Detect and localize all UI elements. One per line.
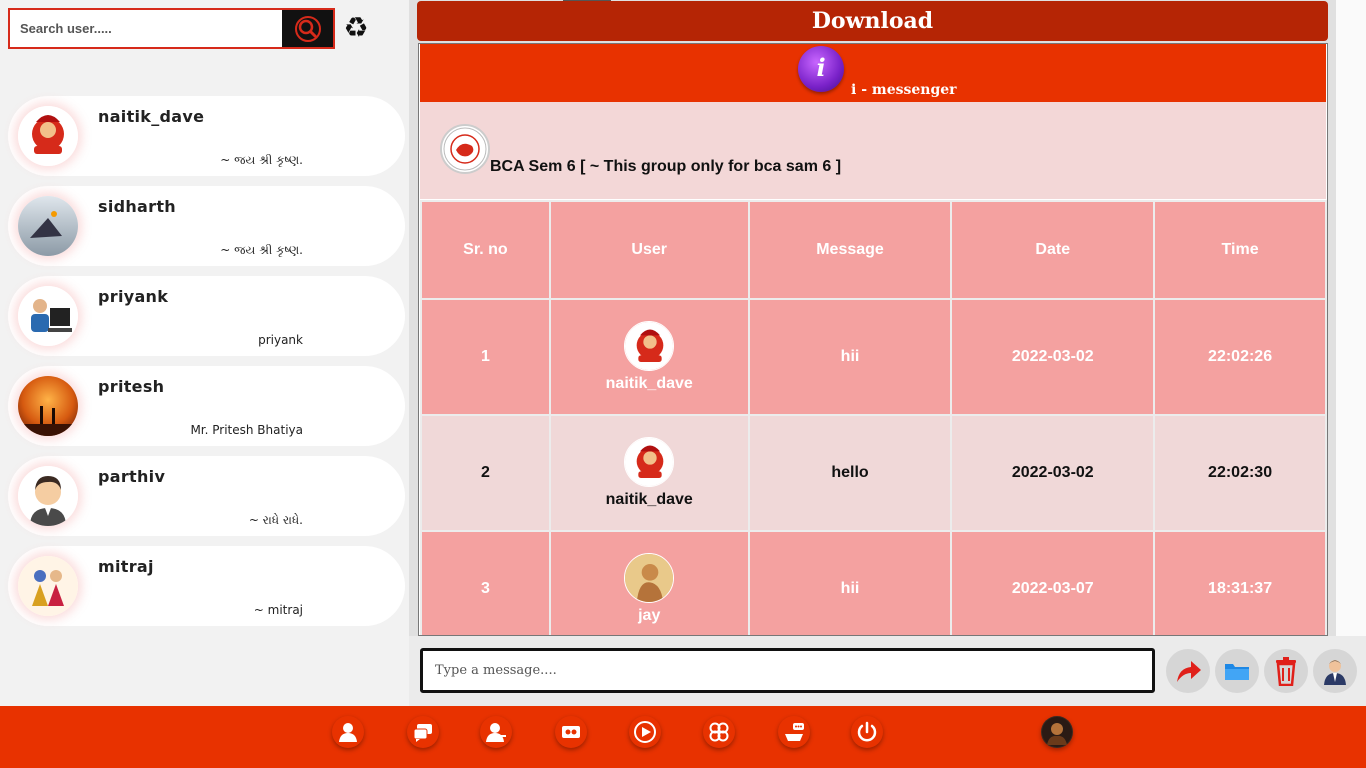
circles-icon bbox=[709, 722, 729, 742]
cell-sr: 3 bbox=[422, 532, 549, 635]
bottom-nav bbox=[0, 706, 1366, 768]
cell-user: naitik_dave bbox=[550, 416, 748, 530]
composer-bar bbox=[409, 636, 1366, 706]
search-button[interactable] bbox=[282, 10, 333, 47]
avatar bbox=[18, 106, 78, 166]
cell-time: 22:02:26 bbox=[1155, 300, 1325, 414]
power-icon bbox=[857, 721, 877, 742]
folder-icon bbox=[1225, 664, 1249, 680]
send-button[interactable] bbox=[1166, 649, 1210, 693]
message-notification-icon bbox=[785, 723, 804, 741]
user-icon bbox=[339, 723, 357, 742]
user-add-icon bbox=[486, 723, 506, 742]
cell-time: 22:02:30 bbox=[1155, 416, 1325, 530]
messages-table: Sr. no User Message Date Time 1 naitik_d… bbox=[420, 200, 1327, 635]
nav-profile-button[interactable] bbox=[332, 716, 364, 748]
trash-icon bbox=[1276, 657, 1296, 686]
group-chat-icon bbox=[562, 726, 580, 738]
cell-user-name: naitik_dave bbox=[605, 375, 693, 392]
cell-time: 18:31:37 bbox=[1155, 532, 1325, 635]
cell-message: hii bbox=[749, 300, 951, 414]
cell-date: 2022-03-07 bbox=[952, 532, 1154, 635]
contact-item-parthiv[interactable]: parthiv ~ રાધે રાધે. bbox=[8, 456, 405, 536]
group-avatar bbox=[440, 124, 490, 174]
cell-user-name: jay bbox=[638, 607, 661, 624]
cell-message: hii bbox=[749, 532, 951, 635]
search-icon bbox=[294, 15, 321, 42]
contact-item-naitik-dave[interactable]: naitik_dave ~ જય શ્રી કૃષ્ણ. bbox=[8, 96, 405, 176]
app-name: i - messenger bbox=[851, 82, 957, 98]
avatar bbox=[18, 196, 78, 256]
user-suit-icon bbox=[1324, 660, 1346, 685]
chat-bubbles-icon bbox=[413, 724, 432, 742]
avatar bbox=[18, 466, 78, 526]
nav-add-user-button[interactable] bbox=[480, 716, 512, 748]
nav-notifications-button[interactable] bbox=[778, 716, 810, 748]
contact-name: sidharth bbox=[98, 197, 176, 216]
nav-logout-button[interactable] bbox=[851, 716, 883, 748]
recycle-icon[interactable]: ♻ bbox=[341, 13, 371, 43]
scrollbar[interactable] bbox=[1336, 0, 1366, 636]
table-row: 3 jay hii 2022-03-07 18:31:37 bbox=[422, 532, 1325, 635]
contact-status: Mr. Pritesh Bhatiya bbox=[190, 423, 303, 437]
column-header: Date bbox=[952, 202, 1154, 298]
contact-status: priyank bbox=[258, 333, 303, 347]
column-header: Sr. no bbox=[422, 202, 549, 298]
message-input[interactable] bbox=[420, 648, 1155, 693]
table-row: 1 naitik_dave hii 2022-03-02 22:02:26 bbox=[422, 300, 1325, 414]
column-header: User bbox=[550, 202, 748, 298]
nav-chats-button[interactable] bbox=[407, 716, 439, 748]
send-arrow-icon bbox=[1177, 661, 1201, 682]
nav-groups-button[interactable] bbox=[555, 716, 587, 748]
cell-message: hello bbox=[749, 416, 951, 530]
attach-file-button[interactable] bbox=[1215, 649, 1259, 693]
nav-video-button[interactable] bbox=[629, 716, 661, 748]
cell-user: jay bbox=[550, 532, 748, 635]
avatar bbox=[624, 553, 675, 603]
delete-button[interactable] bbox=[1264, 649, 1308, 693]
contact-item-sidharth[interactable]: sidharth ~ જય શ્રી કૃષ્ણ. bbox=[8, 186, 405, 266]
nav-account-avatar[interactable] bbox=[1041, 716, 1073, 748]
avatar bbox=[18, 286, 78, 346]
group-title: BCA Sem 6 [ ~ This group only for bca sa… bbox=[490, 158, 842, 175]
table-header-row: Sr. no User Message Date Time bbox=[422, 202, 1325, 298]
cell-date: 2022-03-02 bbox=[952, 416, 1154, 530]
cell-user: naitik_dave bbox=[550, 300, 748, 414]
table-row: 2 naitik_dave hello 2022-03-02 22:02:30 bbox=[422, 416, 1325, 530]
contact-name: pritesh bbox=[98, 377, 165, 396]
cell-user-name: naitik_dave bbox=[605, 491, 693, 508]
download-button[interactable]: Download bbox=[417, 1, 1328, 41]
contact-status: ~ રાધે રાધે. bbox=[248, 513, 303, 527]
search-input[interactable] bbox=[10, 10, 282, 47]
avatar bbox=[18, 376, 78, 436]
chat-export-view: i i - messenger BCA Sem 6 [ ~ This group… bbox=[418, 43, 1328, 636]
cell-date: 2022-03-02 bbox=[952, 300, 1154, 414]
profile-button[interactable] bbox=[1313, 649, 1357, 693]
contact-status: ~ જય શ્રી કૃષ્ણ. bbox=[220, 153, 303, 167]
contact-name: priyank bbox=[98, 287, 169, 306]
group-header: BCA Sem 6 [ ~ This group only for bca sa… bbox=[420, 102, 1326, 199]
contact-status: ~ mitraj bbox=[253, 603, 303, 617]
search-box bbox=[8, 8, 335, 49]
contact-item-priyank[interactable]: priyank priyank bbox=[8, 276, 405, 356]
cell-sr: 2 bbox=[422, 416, 549, 530]
contact-item-pritesh[interactable]: pritesh Mr. Pritesh Bhatiya bbox=[8, 366, 405, 446]
cell-sr: 1 bbox=[422, 300, 549, 414]
avatar bbox=[1042, 717, 1072, 747]
nav-apps-button[interactable] bbox=[703, 716, 735, 748]
column-header: Time bbox=[1155, 202, 1325, 298]
avatar bbox=[624, 321, 675, 371]
avatar bbox=[18, 556, 78, 616]
avatar bbox=[624, 437, 675, 487]
contact-name: naitik_dave bbox=[98, 107, 205, 126]
contact-item-mitraj[interactable]: mitraj ~ mitraj bbox=[8, 546, 405, 626]
contacts-panel: ♻ naitik_dave ~ જય શ્રી કૃષ્ણ. sidharth … bbox=[0, 0, 409, 706]
app-banner: i i - messenger bbox=[420, 44, 1326, 102]
contact-name: parthiv bbox=[98, 467, 166, 486]
play-circle-icon bbox=[634, 721, 656, 743]
contact-name: mitraj bbox=[98, 557, 154, 576]
contact-status: ~ જય શ્રી કૃષ્ણ. bbox=[220, 243, 303, 257]
column-header: Message bbox=[749, 202, 951, 298]
app-logo: i bbox=[798, 46, 844, 92]
